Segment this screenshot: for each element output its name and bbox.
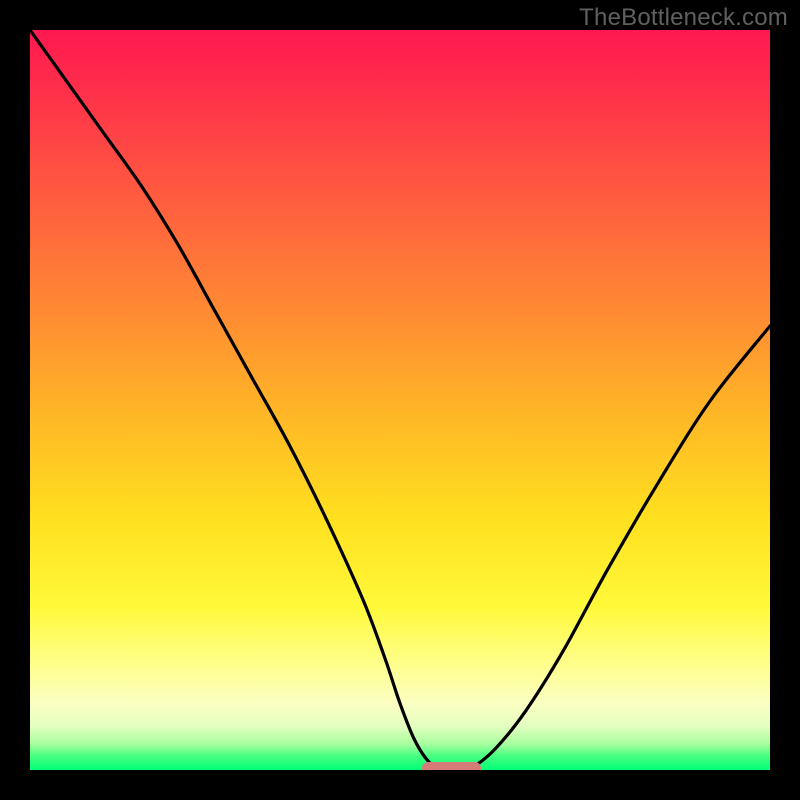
curve-svg xyxy=(30,30,770,770)
optimum-marker xyxy=(422,762,481,770)
plot-area xyxy=(30,30,770,770)
bottleneck-curve xyxy=(30,30,770,770)
chart-frame: TheBottleneck.com xyxy=(0,0,800,800)
watermark-text: TheBottleneck.com xyxy=(579,4,788,32)
